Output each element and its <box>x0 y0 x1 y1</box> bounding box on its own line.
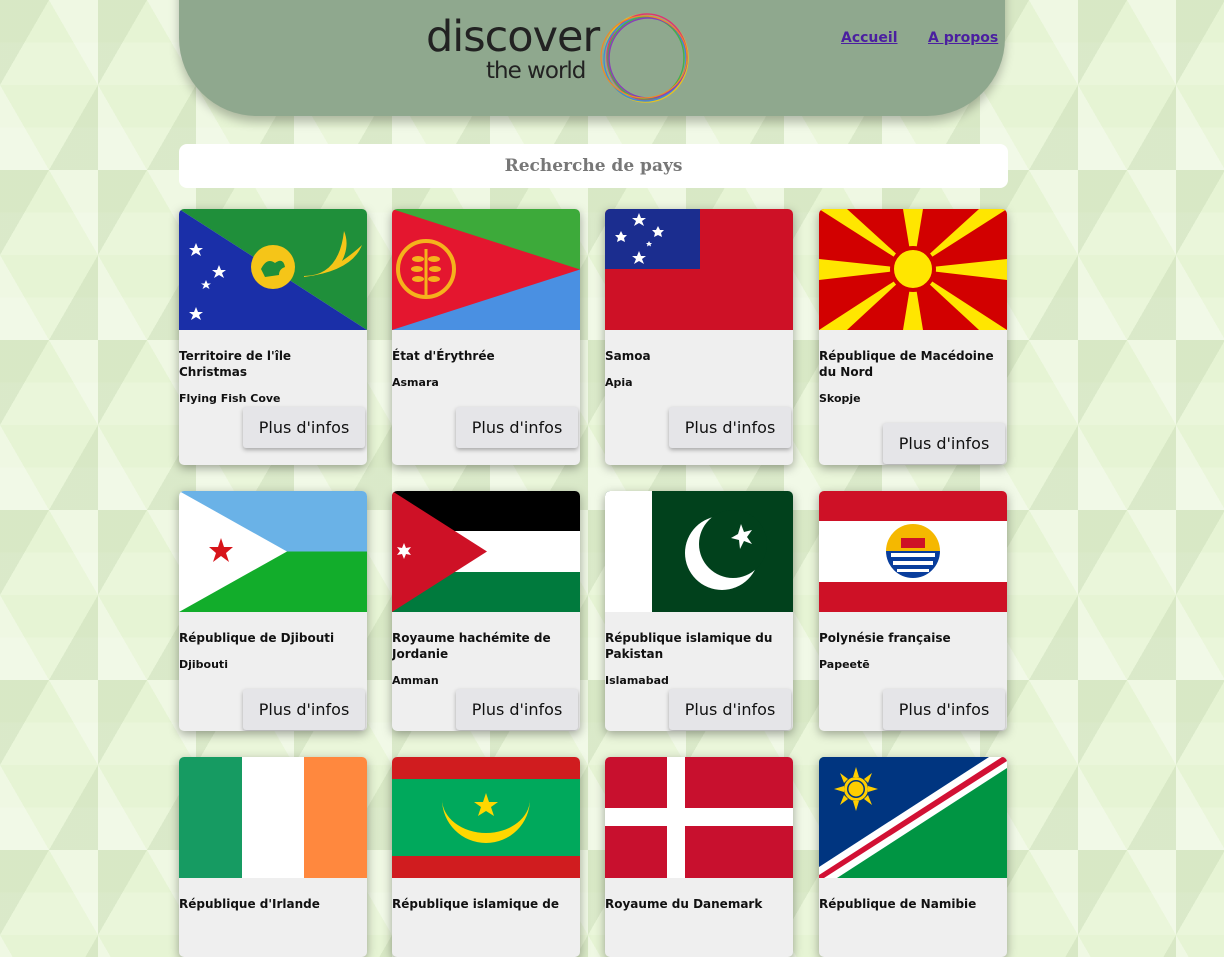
country-card: République de Macédoine du Nord Skopje P… <box>819 209 1007 465</box>
site-logo[interactable]: discover the world <box>426 12 696 112</box>
country-name: Territoire de l'île Christmas <box>179 349 292 379</box>
denmark-flag-icon <box>605 757 793 878</box>
mauritania-flag-icon <box>392 757 580 878</box>
country-name: Royaume du Danemark <box>605 897 763 911</box>
eritrea-flag-icon <box>392 209 580 330</box>
country-capital: Islamabad <box>605 674 669 687</box>
samoa-flag-icon <box>605 209 793 330</box>
pakistan-flag-icon <box>605 491 793 612</box>
country-name: République islamique de <box>392 897 560 911</box>
more-info-button[interactable]: Plus d'infos <box>669 689 791 730</box>
namibia-flag-icon <box>819 757 1007 878</box>
more-info-button[interactable]: Plus d'infos <box>243 689 365 730</box>
country-capital: Amman <box>392 674 439 687</box>
djibouti-flag-icon <box>179 491 367 612</box>
search-bar[interactable]: Recherche de pays <box>179 144 1008 188</box>
more-info-button[interactable]: Plus d'infos <box>456 407 578 448</box>
north-macedonia-flag-icon <box>819 209 1007 330</box>
country-card: État d'Érythrée Asmara Plus d'infos <box>392 209 580 465</box>
country-name: Polynésie française <box>819 631 951 645</box>
site-header: discover the world Accueil A propos <box>179 0 1005 116</box>
country-name: République islamique du Pakistan <box>605 631 773 661</box>
country-name: République de Djibouti <box>179 631 335 645</box>
logo-text-the-world: the world <box>486 58 586 84</box>
nav-link-accueil[interactable]: Accueil <box>841 30 898 46</box>
more-info-button[interactable]: Plus d'infos <box>456 689 578 730</box>
country-name: République de Macédoine du Nord <box>819 349 994 379</box>
country-card: République de Namibie <box>819 757 1007 957</box>
country-card: Royaume du Danemark <box>605 757 793 957</box>
country-name: République d'Irlande <box>179 897 320 911</box>
more-info-button[interactable]: Plus d'infos <box>883 423 1005 464</box>
country-card: Polynésie française Papeetē Plus d'infos <box>819 491 1007 731</box>
more-info-button[interactable]: Plus d'infos <box>883 689 1005 730</box>
jordan-flag-icon <box>392 491 580 612</box>
ireland-flag-icon <box>179 757 367 878</box>
country-capital: Djibouti <box>179 658 228 671</box>
rainbow-ring-icon <box>600 13 689 103</box>
christmas-island-flag-icon <box>179 209 367 330</box>
country-name: État d'Érythrée <box>392 349 495 363</box>
search-label: Recherche de pays <box>504 156 683 176</box>
more-info-button[interactable]: Plus d'infos <box>669 407 791 448</box>
country-card: Samoa Apia Plus d'infos <box>605 209 793 465</box>
country-capital: Papeetē <box>819 658 870 671</box>
country-name: Royaume hachémite de Jordanie <box>392 631 551 661</box>
country-card: République d'Irlande <box>179 757 367 957</box>
country-name: Samoa <box>605 349 651 363</box>
country-capital: Skopje <box>819 392 861 405</box>
country-card: Royaume hachémite de Jordanie Amman Plus… <box>392 491 580 731</box>
logo-text-discover: discover <box>426 12 600 62</box>
country-card: Territoire de l'île Christmas Flying Fis… <box>179 209 367 465</box>
country-card: République de Djibouti Djibouti Plus d'i… <box>179 491 367 731</box>
country-card: République islamique du Pakistan Islamab… <box>605 491 793 731</box>
country-card: République islamique de <box>392 757 580 957</box>
more-info-button[interactable]: Plus d'infos <box>243 407 365 448</box>
country-capital: Apia <box>605 376 633 389</box>
french-polynesia-flag-icon <box>819 491 1007 612</box>
nav-link-a-propos[interactable]: A propos <box>928 30 998 46</box>
country-capital: Asmara <box>392 376 439 389</box>
country-capital: Flying Fish Cove <box>179 392 281 405</box>
country-name: République de Namibie <box>819 897 977 911</box>
